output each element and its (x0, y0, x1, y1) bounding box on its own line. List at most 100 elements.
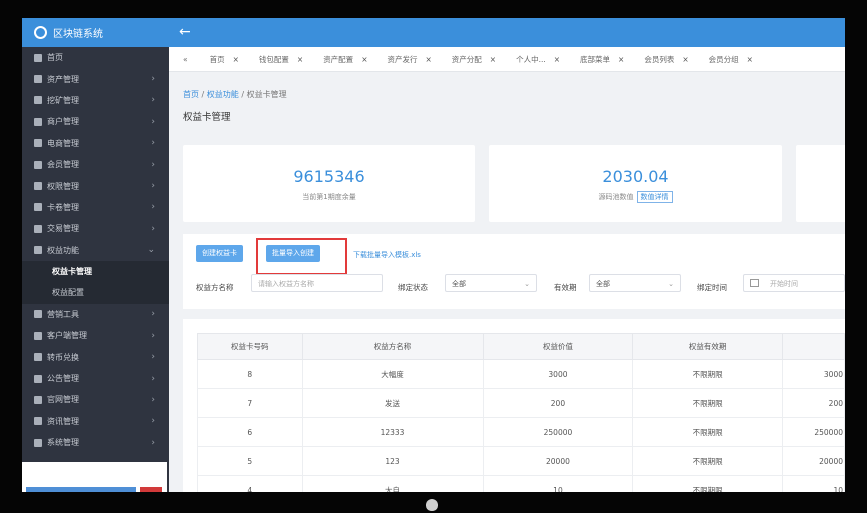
tab-label: 首页 (209, 54, 225, 64)
chevron-icon: › (151, 138, 155, 149)
sidebar-item[interactable]: 公告管理 › (22, 368, 169, 389)
breadcrumb-level2[interactable]: 权益功能 (207, 90, 239, 99)
close-icon[interactable]: × (233, 55, 239, 64)
close-icon[interactable]: × (361, 55, 367, 64)
tab-item[interactable]: 会员分组 × (699, 54, 763, 65)
sidebar-item[interactable]: 资产管理 › (22, 68, 169, 89)
footer-red-mark (140, 487, 162, 492)
sidebar-item[interactable]: 权益卡管理 (22, 261, 169, 282)
cell-value: 3000 (482, 359, 634, 389)
highlight-box (256, 238, 347, 275)
menu-icon (34, 331, 42, 340)
name-search-input[interactable]: 请输入权益方名称 (251, 274, 383, 292)
sidebar-item-label: 交易管理 (47, 224, 79, 234)
sidebar-footer (22, 462, 167, 492)
sidebar-item-label: 首页 (47, 53, 63, 63)
sidebar-item[interactable]: 首页 (22, 47, 169, 68)
sidebar-item[interactable]: 权限管理 › (22, 175, 169, 196)
chevron-icon: › (151, 181, 155, 192)
chevron-icon: › (151, 416, 155, 427)
tab-item[interactable]: 资产分配 × (442, 54, 506, 65)
cell-id: 5 (197, 446, 303, 476)
app-logo: 区块链系统 (22, 18, 169, 47)
table-row: 4 大自 10 不限期限 10 (197, 475, 845, 492)
close-icon[interactable]: × (554, 55, 560, 64)
col-provider-name: 权益方名称 (301, 333, 484, 360)
start-time-placeholder: 开始时间 (770, 280, 798, 288)
menu-icon (34, 53, 42, 62)
close-icon[interactable]: × (618, 55, 624, 64)
sidebar-item[interactable]: 卡卷管理 › (22, 197, 169, 218)
sidebar-item-label: 权益功能 (47, 245, 79, 255)
sidebar-item-label: 卡卷管理 (47, 202, 79, 212)
sidebar-item[interactable]: 营销工具 › (22, 304, 169, 325)
cell-name: 大自 (301, 475, 484, 492)
sidebar-item[interactable]: 资讯管理 › (22, 411, 169, 432)
sidebar-item[interactable]: 客户端管理 › (22, 325, 169, 346)
stat-label-row: 源码池数值 数值详情 (489, 191, 782, 203)
tab-item[interactable]: 资产发行 × (377, 54, 441, 65)
sidebar-item[interactable]: 权益配置 (22, 282, 169, 303)
sidebar-item[interactable]: 会员管理 › (22, 154, 169, 175)
sidebar-item-label: 商户管理 (47, 117, 79, 127)
arrow-left-icon[interactable]: ← (179, 24, 191, 40)
breadcrumb-current: 权益卡管理 (246, 90, 287, 99)
breadcrumb: 首页 / 权益功能 / 权益卡管理 (183, 89, 287, 100)
chevron-icon: › (151, 74, 155, 85)
close-icon[interactable]: × (297, 55, 303, 64)
cell-name: 大幅度 (301, 359, 484, 389)
download-template-link[interactable]: 下载批量导入模板.xls (353, 250, 421, 260)
close-icon[interactable]: × (682, 55, 688, 64)
stat-detail-button[interactable]: 数值详情 (636, 191, 673, 203)
menu-icon (34, 310, 42, 319)
card-table-panel: 权益卡号码 权益方名称 权益价值 权益有效期 8 大幅度 3000 不限期限 3000 7… (183, 319, 845, 492)
menu-icon (34, 96, 42, 105)
device-frame: 区块链系统 首页 资产管理 › 挖矿管理 › 商户管理 › 电商管理 › 会员管理 › 权限管理 › 卡卷… (0, 0, 867, 513)
cell-id: 7 (197, 388, 303, 418)
start-time-input[interactable]: 开始时间 (743, 274, 845, 292)
sidebar-item[interactable]: 系统管理 › (22, 432, 169, 453)
tab-item[interactable]: 个人中... × (506, 54, 570, 65)
validity-select[interactable]: 全部 ⌄ (589, 274, 681, 292)
tab-item[interactable]: 首页 × (200, 54, 249, 65)
sidebar-item[interactable]: 交易管理 › (22, 218, 169, 239)
chevron-down-icon: ⌄ (668, 280, 674, 288)
tab-item[interactable]: 会员列表 × (634, 54, 698, 65)
tab-bar: « 首页 × 钱包配置 × 资产配置 × 资产发行 × 资产分配 × 个人中... × 底部菜单 × 会员列… (169, 47, 845, 72)
sidebar-item[interactable]: 电商管理 › (22, 133, 169, 154)
table-row: 5 123 20000 不限期限 20000 (197, 446, 845, 476)
menu-icon (34, 182, 42, 191)
bind-status-value: 全部 (452, 280, 466, 288)
menu-icon (34, 224, 42, 233)
create-card-button[interactable]: 创建权益卡 (196, 245, 243, 262)
table-header-row: 权益卡号码 权益方名称 权益价值 权益有效期 (197, 333, 845, 360)
col-value: 权益价值 (482, 333, 634, 360)
menu-icon (34, 417, 42, 426)
sidebar-item-label: 权益配置 (52, 288, 84, 298)
tab-item[interactable]: 底部菜单 × (570, 54, 634, 65)
menu-icon (34, 117, 42, 126)
tab-label: 资产分配 (451, 54, 482, 64)
sidebar-item[interactable]: 商户管理 › (22, 111, 169, 132)
tab-scroll-left-icon[interactable]: « (169, 55, 200, 64)
stat-value: 2030.04 (602, 167, 669, 186)
cell-extra: 3000 (781, 359, 845, 389)
tab-item[interactable]: 钱包配置 × (249, 54, 313, 65)
sidebar-item[interactable]: 转币兑换 › (22, 346, 169, 367)
cell-value: 250000 (482, 417, 634, 447)
close-icon[interactable]: × (490, 55, 496, 64)
close-icon[interactable]: × (425, 55, 431, 64)
sidebar-item-label: 挖矿管理 (47, 95, 79, 105)
sidebar-item[interactable]: 权益功能 ⌄ (22, 240, 169, 261)
stat-label: 当前第1期度余量 (302, 193, 356, 201)
sidebar-item[interactable]: 官网管理 › (22, 389, 169, 410)
bind-status-select[interactable]: 全部 ⌄ (445, 274, 537, 292)
sidebar-item[interactable]: 挖矿管理 › (22, 90, 169, 111)
chevron-icon: › (151, 202, 155, 213)
cell-value: 200 (482, 388, 634, 418)
breadcrumb-home[interactable]: 首页 (183, 90, 199, 99)
stat-value: 9615346 (293, 167, 365, 186)
tab-item[interactable]: 资产配置 × (313, 54, 377, 65)
cell-extra: 10 (781, 475, 845, 492)
close-icon[interactable]: × (747, 55, 753, 64)
